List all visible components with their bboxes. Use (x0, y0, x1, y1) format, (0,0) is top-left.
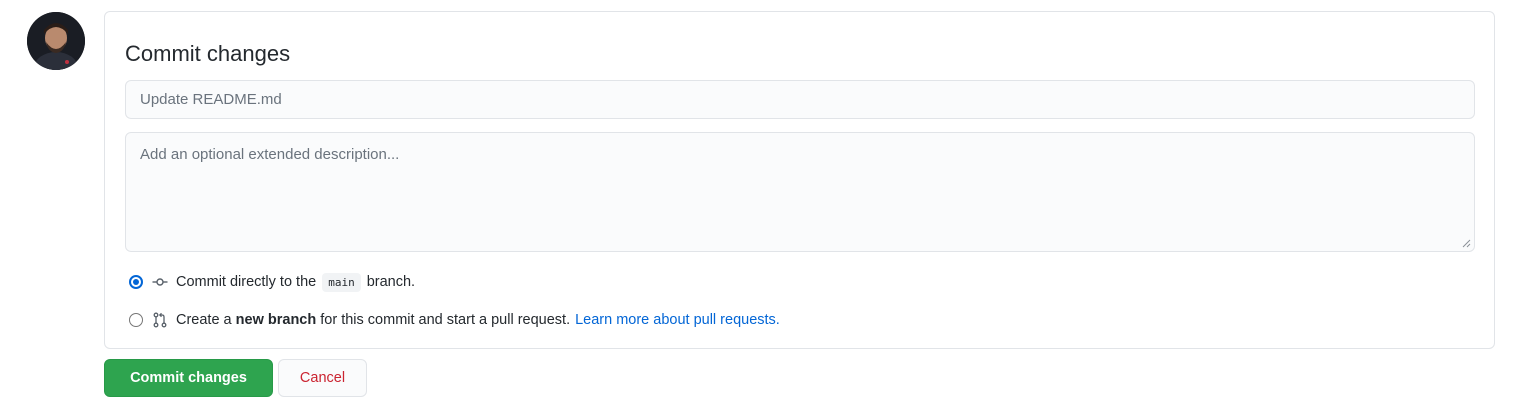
option-new-text-after: for this commit and start a pull request… (320, 312, 571, 328)
option-commit-directly-text: Commit directly to the main branch. (176, 273, 416, 292)
avatar[interactable] (27, 12, 85, 70)
git-pull-request-icon (153, 312, 167, 328)
commit-description-textarea[interactable] (125, 132, 1475, 252)
git-commit-icon (152, 278, 168, 286)
cancel-button[interactable]: Cancel (278, 359, 367, 397)
radio-commit-directly[interactable] (129, 275, 143, 289)
learn-more-pull-requests-link[interactable]: Learn more about pull requests. (575, 312, 780, 328)
resize-grip-icon[interactable] (1461, 238, 1471, 248)
commit-form-panel: Commit changes Commit directly to the mai… (104, 11, 1495, 349)
radio-new-branch[interactable] (129, 313, 143, 327)
commit-page: Commit changes Commit directly to the mai… (0, 0, 1536, 420)
branch-name-code: main (322, 273, 361, 292)
commit-changes-button[interactable]: Commit changes (104, 359, 273, 397)
option-new-text-before: Create a (176, 312, 232, 328)
option-direct-text-before: Commit directly to the (176, 274, 317, 290)
option-commit-directly[interactable]: Commit directly to the main branch. (129, 271, 415, 293)
option-new-branch-bold: new branch (235, 312, 317, 328)
option-new-branch[interactable]: Create a new branch for this commit and … (129, 309, 780, 331)
commit-summary-input[interactable] (125, 80, 1475, 119)
commit-form-title: Commit changes (125, 41, 291, 66)
avatar-image (27, 12, 85, 70)
option-direct-text-after: branch. (366, 274, 416, 290)
option-new-branch-text: Create a new branch for this commit and … (176, 312, 780, 328)
